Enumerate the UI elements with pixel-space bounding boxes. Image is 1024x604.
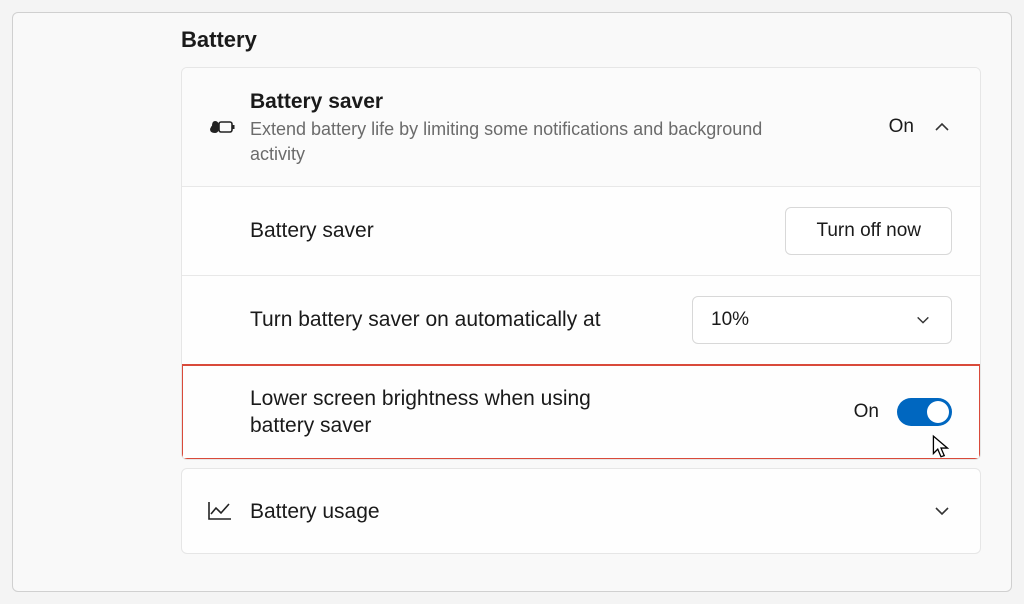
chevron-down-icon [913, 310, 933, 330]
battery-saver-auto-row: Turn battery saver on automatically at 1… [182, 276, 980, 365]
auto-threshold-select[interactable]: 10% [692, 296, 952, 344]
battery-saver-title: Battery saver [250, 88, 889, 115]
battery-usage-card: Battery usage [181, 468, 981, 554]
battery-saver-header[interactable]: Battery saver Extend battery life by lim… [182, 68, 980, 187]
battery-saver-card: Battery saver Extend battery life by lim… [181, 67, 981, 460]
battery-usage-row[interactable]: Battery usage [182, 469, 980, 553]
turn-off-now-button[interactable]: Turn off now [785, 207, 952, 255]
chevron-down-icon[interactable] [932, 501, 952, 521]
lower-brightness-state: On [854, 401, 879, 423]
settings-panel: Battery Battery saver Extend battery lif… [12, 12, 1012, 592]
cursor-icon [930, 434, 952, 460]
battery-saver-toggle-row: Battery saver Turn off now [182, 187, 980, 276]
battery-saver-sub-label: Battery saver [250, 217, 785, 244]
battery-usage-title: Battery usage [250, 498, 932, 525]
auto-threshold-value: 10% [711, 309, 749, 331]
battery-saver-subtitle: Extend battery life by limiting some not… [250, 117, 780, 166]
battery-saver-auto-label: Turn battery saver on automatically at [250, 306, 692, 333]
card-group: Battery saver Extend battery life by lim… [181, 67, 981, 554]
section-title-battery: Battery [181, 27, 985, 53]
battery-saver-icon [206, 115, 250, 139]
lower-brightness-toggle[interactable] [897, 398, 952, 426]
lower-brightness-row: Lower screen brightness when using batte… [182, 365, 980, 460]
lower-brightness-label: Lower screen brightness when using batte… [250, 385, 650, 440]
battery-saver-state: On [889, 116, 914, 138]
chevron-up-icon[interactable] [932, 117, 952, 137]
battery-usage-icon [206, 499, 250, 523]
